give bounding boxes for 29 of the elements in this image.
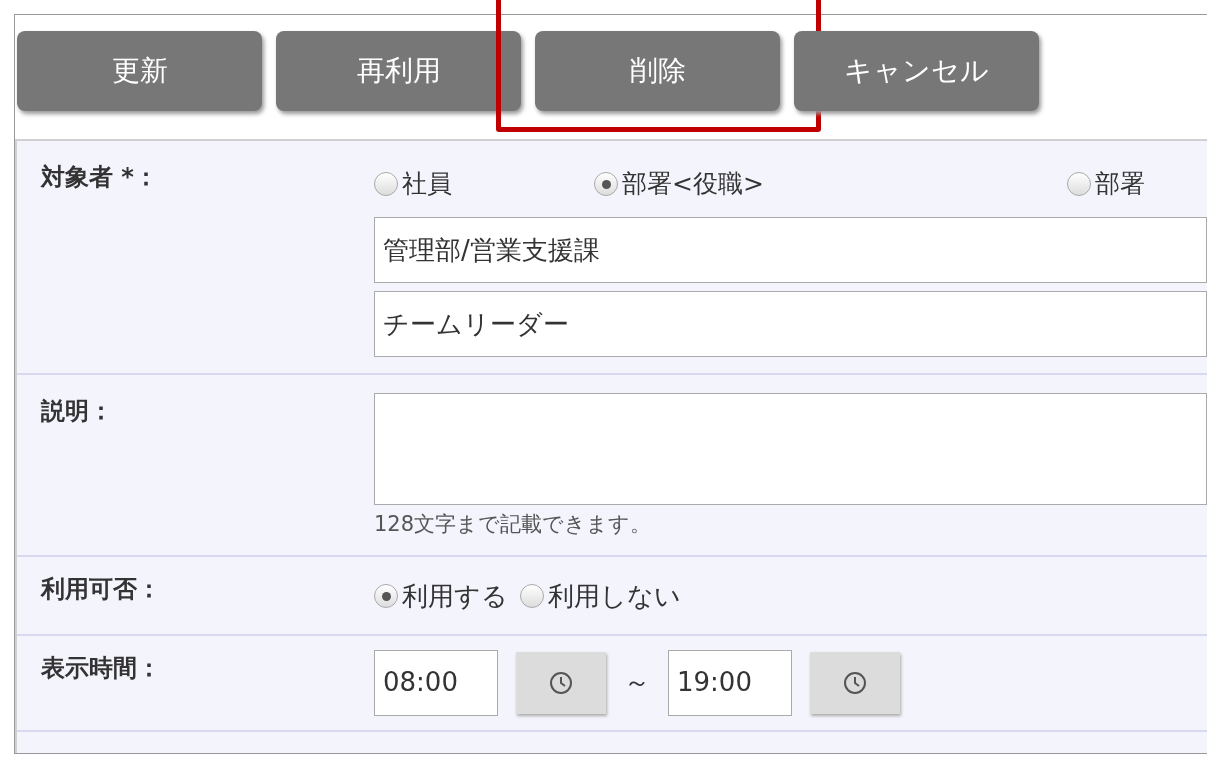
clock-button[interactable] — [516, 651, 606, 714]
clock-icon — [548, 669, 574, 696]
action-button[interactable]: キャンセル — [794, 31, 1039, 111]
radio-button[interactable] — [520, 584, 544, 608]
option-label[interactable]: 利用しない — [548, 576, 681, 616]
field-label: 説明： — [40, 396, 114, 427]
radio-button[interactable] — [1067, 172, 1091, 196]
option-label[interactable]: 部署 — [1095, 165, 1145, 203]
clock-icon — [842, 669, 868, 696]
radio-button[interactable] — [374, 584, 398, 608]
range-separator: ～ — [624, 666, 650, 699]
text-field[interactable]: チームリーダー — [374, 291, 1207, 357]
description-field[interactable] — [374, 393, 1207, 505]
clock-button[interactable] — [810, 651, 900, 714]
option-label[interactable]: 社員 — [402, 165, 452, 203]
radio-button[interactable] — [594, 172, 618, 196]
field-label: 対象者 *： — [39, 162, 159, 193]
action-button[interactable]: 更新 — [17, 31, 262, 111]
radio-button[interactable] — [374, 172, 398, 196]
option-label[interactable]: 部署<役職> — [622, 165, 764, 203]
field-label: 表示時間： — [40, 652, 162, 684]
character-limit-note: 128文字まで記載できます。 — [374, 511, 653, 538]
field-label: 利用可否： — [39, 573, 162, 605]
option-label[interactable]: 利用する — [402, 576, 508, 616]
action-button[interactable]: 削除 — [535, 31, 780, 111]
start-time-field[interactable]: 08:00 — [374, 649, 498, 716]
end-time-field[interactable]: 19:00 — [668, 649, 792, 716]
text-field[interactable]: 管理部/営業支援課 — [374, 217, 1207, 283]
action-button[interactable]: 再利用 — [276, 31, 521, 111]
